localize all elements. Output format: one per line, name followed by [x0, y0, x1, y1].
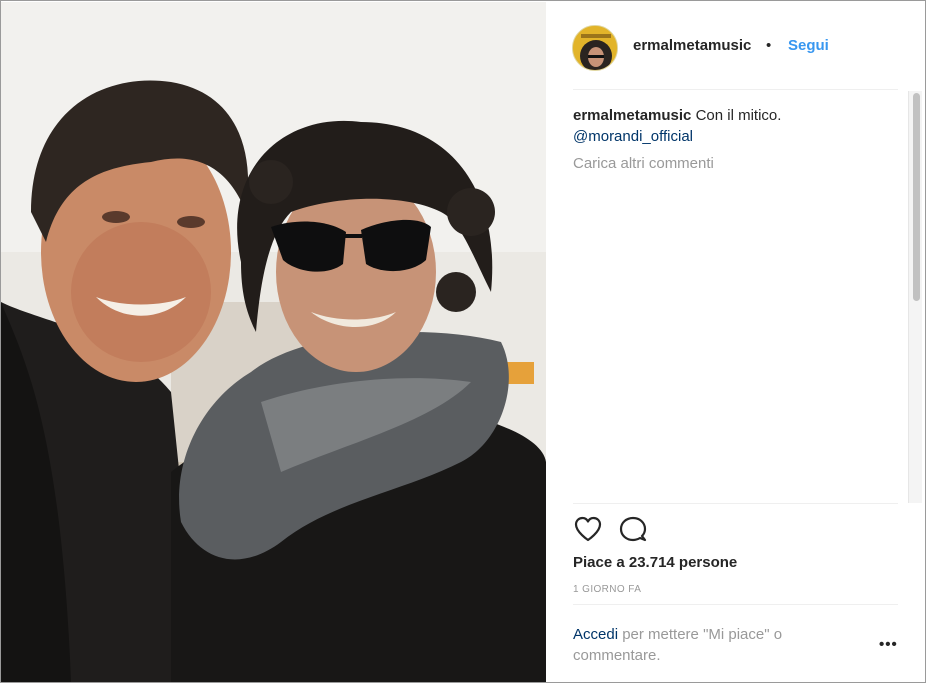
post-timestamp[interactable]: 1 GIORNO FA	[573, 584, 641, 595]
caption-text: Con il mitico.	[695, 107, 782, 124]
likes-count[interactable]: Piace a 23.714 persone	[573, 554, 737, 571]
avatar[interactable]	[572, 25, 618, 71]
avatar-image	[573, 26, 617, 70]
post-header: ermalmetamusic • Segui	[546, 1, 925, 90]
comments-section: ermalmetamusic Con il mitico. @morandi_o…	[546, 91, 925, 503]
login-prompt: Accedi per mettere "Mi piace" o commenta…	[573, 624, 853, 666]
more-options-icon[interactable]: •••	[879, 636, 901, 653]
load-more-comments-button[interactable]: Carica altri commenti	[573, 155, 714, 172]
comments-scrollbar[interactable]	[908, 91, 922, 503]
post-details-panel: ermalmetamusic • Segui ermalmetamusic Co…	[546, 1, 925, 682]
header-separator: •	[766, 37, 772, 54]
footer-divider	[573, 604, 898, 605]
caption-mention[interactable]: @morandi_official	[573, 128, 693, 145]
post-photo-image	[1, 2, 546, 682]
post-caption: ermalmetamusic Con il mitico. @morandi_o…	[573, 105, 893, 147]
header-divider	[573, 89, 898, 90]
login-link[interactable]: Accedi	[573, 626, 618, 643]
header-username[interactable]: ermalmetamusic	[633, 37, 751, 54]
follow-button[interactable]: Segui	[788, 37, 829, 54]
actions-divider	[573, 503, 898, 504]
comment-bubble-icon[interactable]	[618, 514, 648, 544]
heart-icon[interactable]	[573, 514, 603, 544]
post-photo[interactable]	[1, 2, 546, 682]
scrollbar-thumb[interactable]	[913, 93, 920, 301]
caption-username[interactable]: ermalmetamusic	[573, 107, 691, 124]
